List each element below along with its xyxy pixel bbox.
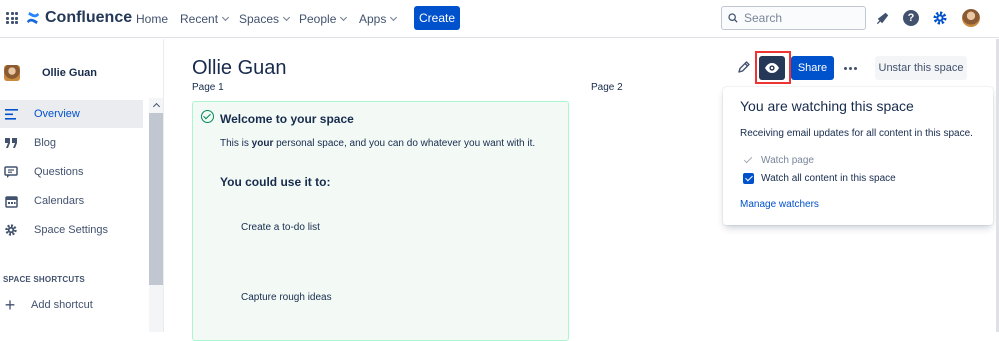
user-avatar[interactable] xyxy=(962,9,980,27)
confluence-logo[interactable]: Confluence xyxy=(26,9,132,27)
space-avatar xyxy=(4,65,20,81)
manage-watchers-link[interactable]: Manage watchers xyxy=(740,199,819,210)
nav-spaces[interactable]: Spaces xyxy=(239,12,291,26)
help-icon[interactable]: ? xyxy=(902,9,920,27)
eye-icon xyxy=(765,63,779,73)
watch-button[interactable] xyxy=(759,56,785,80)
watch-all-content-checkbox[interactable] xyxy=(743,173,754,184)
questions-icon xyxy=(4,165,18,179)
plus-icon: + xyxy=(4,295,16,315)
nav-recent-label: Recent xyxy=(180,12,219,26)
nav-home-label: Home xyxy=(136,12,169,26)
page-title: Ollie Guan xyxy=(192,57,287,79)
search-icon xyxy=(728,13,738,23)
share-button[interactable]: Share xyxy=(791,56,834,80)
list-item: Create a to-do list xyxy=(241,222,320,233)
column-label-page-1: Page 1 xyxy=(192,82,224,93)
intro-text-bold: your xyxy=(251,138,274,149)
list-item: Capture rough ideas xyxy=(241,292,332,303)
sidebar-item-blog[interactable]: Blog xyxy=(0,129,143,157)
overview-icon xyxy=(4,107,18,121)
logo-text: Confluence xyxy=(45,9,133,26)
add-shortcut-button[interactable]: + Add shortcut xyxy=(3,295,93,315)
watch-all-content-option[interactable]: Watch all content in this space xyxy=(743,173,896,184)
panel-title: Welcome to your space xyxy=(220,112,354,126)
nav-apps[interactable]: Apps xyxy=(359,12,398,26)
top-navigation-bar: Confluence Home Recent Spaces People App… xyxy=(0,0,999,38)
nav-apps-label: Apps xyxy=(359,12,387,26)
sidebar-item-overview[interactable]: Overview xyxy=(0,100,143,128)
chevron-down-icon xyxy=(221,13,230,22)
check-circle-icon xyxy=(201,110,214,123)
nav-people[interactable]: People xyxy=(299,12,348,26)
intro-text-start: This is xyxy=(220,138,252,149)
confluence-logo-icon xyxy=(26,12,40,24)
watch-page-option: Watch page xyxy=(743,155,814,166)
nav-home[interactable]: Home xyxy=(136,12,168,26)
notifications-icon[interactable] xyxy=(874,9,892,27)
sidebar-item-label: Space Settings xyxy=(34,224,108,236)
sidebar-item-label: Questions xyxy=(34,166,84,178)
space-shortcuts-header: SPACE SHORTCUTS xyxy=(3,275,85,284)
chevron-down-icon xyxy=(282,13,291,22)
popup-title: You are watching this space xyxy=(740,98,914,114)
column-label-page-2: Page 2 xyxy=(591,82,623,93)
sidebar-item-calendars[interactable]: Calendars xyxy=(0,187,143,215)
search-input[interactable] xyxy=(744,11,854,25)
intro-text-end: personal space, and you can do whatever … xyxy=(273,138,536,149)
sidebar-item-label: Calendars xyxy=(34,195,85,207)
chevron-down-icon xyxy=(340,13,348,22)
gear-icon xyxy=(933,11,947,25)
create-button[interactable]: Create xyxy=(414,6,460,30)
help-icon-glyph: ? xyxy=(903,10,919,26)
settings-icon[interactable] xyxy=(931,9,949,27)
app-switcher-icon[interactable] xyxy=(6,12,18,24)
watch-popup: You are watching this space Receiving em… xyxy=(723,87,993,225)
panel-intro-text: This is your personal space, and you can… xyxy=(220,138,535,149)
sidebar-item-label: Blog xyxy=(34,137,57,149)
gear-icon xyxy=(4,223,18,237)
edit-pencil-icon[interactable] xyxy=(737,60,753,76)
watch-page-label: Watch page xyxy=(761,155,814,166)
sidebar-item-label: Overview xyxy=(34,108,80,120)
megaphone-icon xyxy=(876,12,889,25)
popup-description: Receiving email updates for all content … xyxy=(740,128,973,139)
add-shortcut-label: Add shortcut xyxy=(31,299,93,311)
calendar-icon xyxy=(4,194,18,208)
watch-page-checkbox xyxy=(743,155,754,166)
sidebar-item-questions[interactable]: Questions xyxy=(0,158,143,186)
sidebar-scrollbar-thumb[interactable] xyxy=(149,113,163,285)
panel-subheading: You could use it to: xyxy=(220,175,331,189)
nav-people-label: People xyxy=(299,12,337,26)
sidebar-item-space-settings[interactable]: Space Settings xyxy=(0,216,143,244)
unstar-space-button[interactable]: Unstar this space xyxy=(875,56,967,80)
nav-recent[interactable]: Recent xyxy=(180,12,230,26)
watch-all-content-label: Watch all content in this space xyxy=(761,173,896,184)
nav-spaces-label: Spaces xyxy=(239,12,280,26)
sidebar: Ollie Guan Overview Blog Questions Calen… xyxy=(0,39,164,332)
scroll-up-arrow-icon[interactable] xyxy=(149,98,163,112)
sidebar-profile[interactable]: Ollie Guan xyxy=(4,65,97,81)
quote-icon xyxy=(4,136,18,150)
more-actions-icon[interactable] xyxy=(840,56,860,80)
chevron-down-icon xyxy=(390,13,398,22)
welcome-panel: Welcome to your space This is your perso… xyxy=(192,101,569,341)
search-field[interactable] xyxy=(721,6,866,30)
space-name: Ollie Guan xyxy=(42,67,98,79)
